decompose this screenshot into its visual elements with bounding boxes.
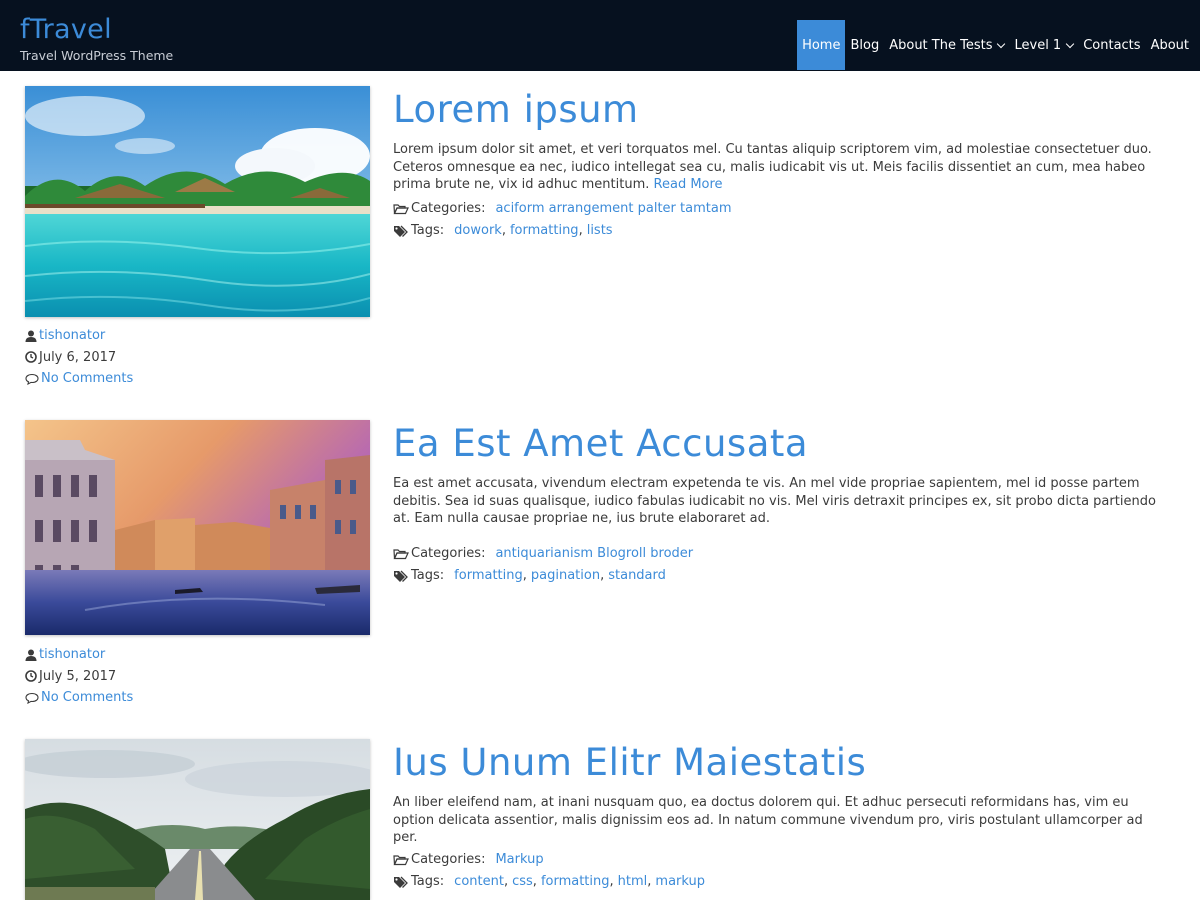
tag-separator: , xyxy=(600,568,605,583)
site-header: fTravel Travel WordPress Theme Home Blog… xyxy=(0,0,1200,71)
tag-separator: , xyxy=(609,874,614,889)
folder-open-icon xyxy=(393,854,409,865)
categories-label: Categories: xyxy=(411,546,486,561)
post-comments: No Comments xyxy=(25,368,133,390)
tag-separator: , xyxy=(501,223,506,238)
chevron-down-icon xyxy=(1065,39,1075,48)
nav-item-label: Home xyxy=(802,37,841,53)
nav-item-label: About The Tests xyxy=(889,38,993,53)
category-link[interactable]: Markup xyxy=(495,852,543,867)
post-title-link[interactable]: Ius Unum Elitr Maiestatis xyxy=(393,741,1168,785)
post-excerpt: Ea est amet accusata, vivendum electram … xyxy=(393,475,1168,528)
post-date: July 5, 2017 xyxy=(25,666,133,688)
nav-item-home[interactable]: Home xyxy=(797,20,846,70)
post-title-link[interactable]: Ea Est Amet Accusata xyxy=(393,422,1168,466)
tag-link[interactable]: formatting xyxy=(454,568,523,583)
user-icon xyxy=(25,649,37,661)
mountain-road-image xyxy=(25,739,370,900)
tags-icon xyxy=(394,570,408,582)
tag-link[interactable]: html xyxy=(618,874,648,889)
tag-separator: , xyxy=(503,874,509,889)
tag-link[interactable]: css xyxy=(512,874,533,889)
site-title-link[interactable]: fTravel xyxy=(20,14,173,46)
site-description: Travel WordPress Theme xyxy=(20,48,174,63)
post-meta: tishonator July 6, 2017 No Comments xyxy=(25,325,133,390)
comment-icon xyxy=(25,373,39,385)
chevron-down-icon xyxy=(997,39,1006,48)
tag-separator: , xyxy=(578,223,583,238)
author-link[interactable]: tishonator xyxy=(39,644,105,666)
post-comments: No Comments xyxy=(25,687,133,709)
post-thumbnail-link[interactable] xyxy=(25,739,370,900)
author-link[interactable]: tishonator xyxy=(39,325,105,347)
date-text: July 6, 2017 xyxy=(39,349,117,365)
nav-item-about-the-tests[interactable]: About The Tests xyxy=(884,20,1009,71)
comments-link[interactable]: No Comments xyxy=(41,687,133,709)
nav-item-label: Blog xyxy=(850,38,880,53)
tags-icon xyxy=(394,876,408,888)
tag-link[interactable]: pagination xyxy=(531,568,600,583)
post-author: tishonator xyxy=(25,644,133,666)
tag-link[interactable]: formatting xyxy=(510,223,579,238)
post-excerpt: An liber eleifend nam, at inani nusquam … xyxy=(393,794,1168,847)
nav-item-contacts[interactable]: Contacts xyxy=(1078,20,1145,71)
category-link[interactable]: aciform arrangement palter tamtam xyxy=(495,201,731,216)
clock-icon xyxy=(25,670,37,683)
tropical-beach-image xyxy=(25,86,370,317)
post-thumbnail-link[interactable] xyxy=(25,86,370,317)
tag-link[interactable]: standard xyxy=(608,568,666,583)
site-branding: fTravel Travel WordPress Theme xyxy=(20,14,173,63)
folder-open-icon xyxy=(393,203,409,214)
excerpt-text: Lorem ipsum dolor sit amet, et veri torq… xyxy=(393,142,1152,192)
date-text: July 5, 2017 xyxy=(39,668,117,684)
tag-link[interactable]: markup xyxy=(655,874,705,889)
categories-label: Categories: xyxy=(411,852,486,867)
tags-label: Tags: xyxy=(411,874,445,889)
tag-link[interactable]: formatting xyxy=(541,874,610,889)
post-content: Ius Unum Elitr Maiestatis An liber eleif… xyxy=(393,741,1168,893)
post-date: July 6, 2017 xyxy=(25,347,133,369)
categories-label: Categories: xyxy=(411,201,486,216)
nav-item-label: About xyxy=(1150,38,1189,53)
nav-item-blog[interactable]: Blog xyxy=(845,20,884,71)
post-tags: Tags: content, css, formatting, html, ma… xyxy=(393,871,1168,893)
post-tags: Tags: formatting, pagination, standard xyxy=(393,565,1168,587)
excerpt-text: An liber eleifend nam, at inani nusquam … xyxy=(393,795,1143,845)
post-meta: tishonator July 5, 2017 No Comments xyxy=(25,644,133,709)
tag-separator: , xyxy=(647,874,652,889)
post-title-link[interactable]: Lorem ipsum xyxy=(393,88,1168,132)
read-more-link[interactable]: Read More xyxy=(654,177,723,192)
tag-separator: , xyxy=(532,874,537,889)
category-link[interactable]: antiquarianism Blogroll broder xyxy=(495,546,693,561)
post-tags: Tags: dowork, formatting, lists xyxy=(393,220,1168,242)
post-excerpt: Lorem ipsum dolor sit amet, et veri torq… xyxy=(393,141,1168,194)
post-categories: Categories: Markup xyxy=(393,849,1168,871)
tag-separator: , xyxy=(522,568,527,583)
venice-canal-image xyxy=(25,420,370,635)
post-content: Lorem ipsum Lorem ipsum dolor sit amet, … xyxy=(393,88,1168,242)
tags-icon xyxy=(394,225,408,237)
folder-open-icon xyxy=(393,548,409,559)
tags-label: Tags: xyxy=(411,568,445,583)
post-categories: Categories: aciform arrangement palter t… xyxy=(393,198,1168,220)
nav-item-about[interactable]: About xyxy=(1146,20,1194,71)
user-icon xyxy=(25,330,37,342)
tag-link[interactable]: content xyxy=(454,874,504,889)
post-thumbnail-link[interactable] xyxy=(25,420,370,635)
main-navigation: Home Blog About The Tests Level 1 Contac… xyxy=(797,20,1194,71)
clock-icon xyxy=(25,351,37,364)
nav-item-label: Contacts xyxy=(1083,38,1141,53)
tag-link[interactable]: dowork xyxy=(454,223,502,238)
nav-item-label: Level 1 xyxy=(1014,38,1062,53)
excerpt-text: Ea est amet accusata, vivendum electram … xyxy=(393,476,1156,526)
post-author: tishonator xyxy=(25,325,133,347)
tags-label: Tags: xyxy=(411,223,445,238)
nav-item-level-1[interactable]: Level 1 xyxy=(1009,20,1078,71)
post-content: Ea Est Amet Accusata Ea est amet accusat… xyxy=(393,422,1168,587)
post-categories: Categories: antiquarianism Blogroll brod… xyxy=(393,543,1168,565)
tag-link[interactable]: lists xyxy=(587,223,613,238)
comment-icon xyxy=(25,692,39,704)
comments-link[interactable]: No Comments xyxy=(41,368,133,390)
